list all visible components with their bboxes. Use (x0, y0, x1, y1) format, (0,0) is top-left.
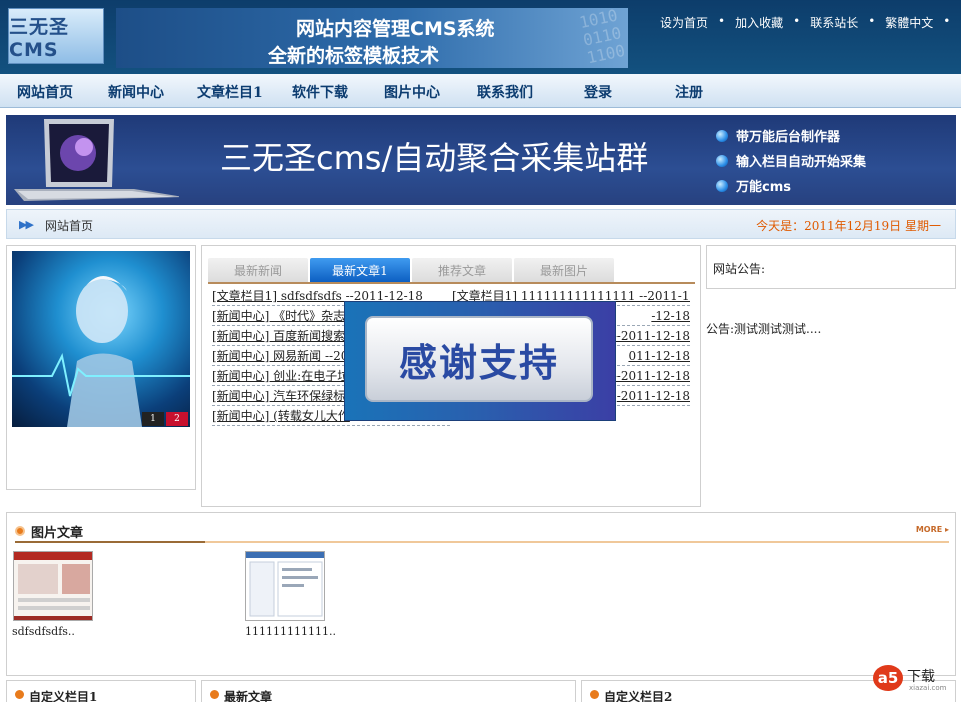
circle-bullet-icon (210, 690, 219, 699)
picture-thumbnail[interactable] (245, 551, 325, 621)
slideshow-panel: 1 2 (6, 245, 196, 490)
a5-logo: a5 (873, 665, 903, 691)
header-accent-line (15, 541, 205, 543)
tab-latest-pictures[interactable]: 最新图片 (514, 258, 614, 282)
slide-page-2[interactable]: 2 (166, 412, 188, 426)
breadcrumb-home-link[interactable]: 网站首页 (45, 217, 93, 234)
circle-bullet-icon (15, 526, 25, 536)
traditional-chinese-link[interactable]: 繁體中文 (885, 14, 933, 31)
promo-feature: 万能cms (716, 173, 866, 198)
picture-caption[interactable]: sdfsdfsdfs.. (12, 625, 75, 638)
promo-feature: 带万能后台制作器 (716, 123, 866, 148)
top-links: 设为首页 • 加入收藏 • 联系站长 • 繁體中文 • (660, 14, 960, 31)
nav-contact[interactable]: 联系我们 (477, 82, 533, 102)
double-arrow-icon: ▶▶ (19, 218, 34, 231)
nav-login[interactable]: 登录 (584, 82, 612, 102)
logo-text: 三无圣CMS (9, 15, 70, 61)
promo-feature-label: 带万能后台制作器 (736, 130, 841, 145)
bullet-icon (716, 179, 728, 192)
a5-download-watermark: a5 下载 xiazai.com (873, 665, 953, 695)
nav-pictures[interactable]: 图片中心 (384, 82, 440, 102)
thanks-popup-badge: 感谢支持 (365, 316, 593, 402)
slide-page-1[interactable]: 1 (142, 412, 164, 426)
binary-decoration: 1010 0110 1100 (578, 8, 628, 68)
promo-feature-label: 输入栏目自动开始采集 (736, 155, 867, 170)
website-screenshot-image (14, 552, 92, 620)
current-date: 今天是：2011年12月19日 星期一 (756, 219, 941, 233)
nav-software-download[interactable]: 软件下载 (292, 82, 348, 102)
thanks-popup-text: 感谢支持 (398, 340, 559, 385)
custom-column-1-title: 自定义栏目1 (29, 690, 98, 702)
tab-latest-news[interactable]: 最新新闻 (208, 258, 308, 282)
page: 三无圣CMS 1010 0110 1100 网站内容管理CMS系统 全新的标签模… (0, 0, 961, 702)
tab-latest-articles-1[interactable]: 最新文章1 (310, 258, 410, 282)
more-link[interactable]: MORE ▸ (916, 525, 949, 534)
promo-title: 三无圣cms/自动聚合采集站群 (220, 139, 649, 177)
tab-recommended-articles[interactable]: 推荐文章 (412, 258, 512, 282)
header-banner: 1010 0110 1100 网站内容管理CMS系统 全新的标签模板技术 (116, 8, 628, 68)
notice-header: 网站公告: (706, 245, 956, 289)
site-header: 三无圣CMS 1010 0110 1100 网站内容管理CMS系统 全新的标签模… (0, 0, 961, 74)
tab-bar: 最新新闻 最新文章1 推荐文章 最新图片 (208, 258, 695, 284)
robot-figure-image (12, 276, 190, 427)
nav-news[interactable]: 新闻中心 (108, 82, 164, 102)
site-logo[interactable]: 三无圣CMS (8, 8, 104, 64)
laptop-illustration (14, 119, 179, 201)
circle-bullet-icon (15, 690, 24, 699)
thanks-popup[interactable]: 感谢支持 (344, 301, 616, 421)
slideshow-image[interactable]: 1 2 (12, 251, 190, 427)
watermark-label: 下载 (907, 669, 935, 685)
promo-banner[interactable]: 三无圣cms/自动聚合采集站群 带万能后台制作器 输入栏目自动开始采集 万能cm… (6, 115, 956, 205)
breadcrumb: ▶▶ 网站首页 今天是：2011年12月19日 星期一 (6, 209, 956, 239)
separator-dot: • (793, 14, 801, 28)
notice-title: 网站公告: (713, 262, 766, 276)
latest-articles-box: 最新文章 (201, 680, 576, 702)
picture-articles-panel: 图片文章 MORE ▸ sdfsdfsdfs.. 111111111111.. (6, 512, 956, 676)
notice-content: 公告:测试测试测试.... (706, 322, 822, 336)
custom-column-1-box: 自定义栏目1 (6, 680, 196, 702)
header-banner-title: 网站内容管理CMS系统 (296, 18, 495, 40)
main-nav: 网站首页 新闻中心 文章栏目1 软件下载 图片中心 联系我们 登录 注册 (0, 74, 961, 108)
promo-features: 带万能后台制作器 输入栏目自动开始采集 万能cms (716, 123, 866, 198)
screenshot-image (246, 552, 324, 620)
custom-column-2-title: 自定义栏目2 (604, 690, 673, 702)
header-banner-subtitle: 全新的标签模板技术 (268, 45, 440, 67)
latest-articles-title: 最新文章 (224, 690, 273, 702)
picture-thumbnail[interactable] (13, 551, 93, 621)
circle-bullet-icon (590, 690, 599, 699)
contact-admin-link[interactable]: 联系站长 (810, 14, 858, 31)
nav-article-column-1[interactable]: 文章栏目1 (197, 82, 263, 102)
bullet-icon (716, 129, 728, 142)
nav-home[interactable]: 网站首页 (17, 82, 73, 102)
set-homepage-link[interactable]: 设为首页 (660, 14, 708, 31)
separator-dot: • (718, 14, 726, 28)
separator-dot: • (943, 14, 951, 28)
bullet-icon (716, 154, 728, 167)
picture-caption[interactable]: 111111111111.. (245, 625, 336, 638)
promo-feature-label: 万能cms (736, 180, 791, 195)
watermark-domain: xiazai.com (909, 684, 947, 692)
promo-feature: 输入栏目自动开始采集 (716, 148, 866, 173)
picture-articles-header: 图片文章 MORE ▸ (15, 521, 949, 543)
nav-register[interactable]: 注册 (675, 82, 703, 102)
notice-body: 公告:测试测试测试.... (706, 298, 956, 490)
slideshow-pager: 1 2 (140, 412, 188, 426)
separator-dot: • (868, 14, 876, 28)
picture-articles-title: 图片文章 (31, 526, 84, 541)
add-favorite-link[interactable]: 加入收藏 (735, 14, 783, 31)
